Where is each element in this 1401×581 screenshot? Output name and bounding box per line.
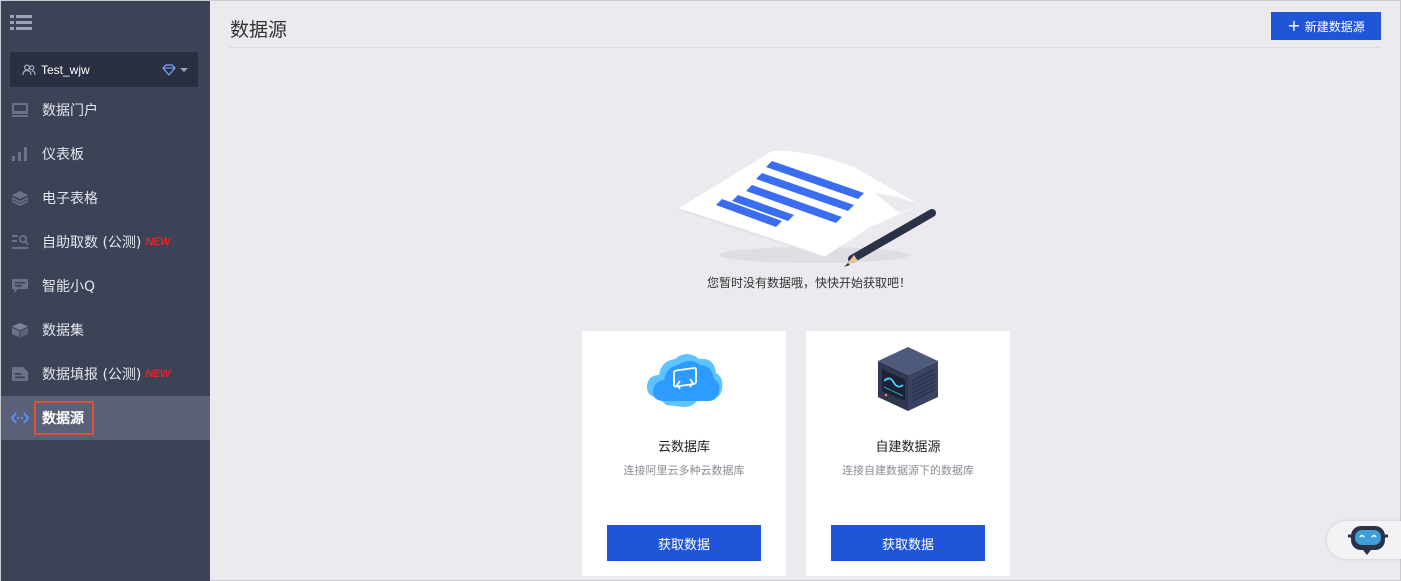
page-title: 数据源 [230,19,288,41]
sidebar-item-datasource[interactable]: 数据源 [1,396,210,440]
sidebar-item-label: 电子表格 [42,191,98,207]
sidebar-nav: 数据门户 仪表板 电子表格 自助取数 (公测) NEW 智能小Q 数据集 数据填… [1,88,210,440]
card-title: 云数据库 [657,440,710,455]
empty-message: 您暂时没有数据哦，快快开始获取吧！ [706,276,911,290]
sidebar-item-data-portal[interactable]: 数据门户 [1,88,210,132]
users-icon [22,63,36,75]
get-data-button[interactable]: 获取数据 [607,525,761,561]
title-divider [229,47,1381,48]
card-self-built-datasource: 自建数据源 连接自建数据源下的数据库 获取数据 [806,331,1010,576]
bar-chart-icon [11,145,29,163]
sidebar-item-data-fill[interactable]: 数据填报 (公测) NEW [1,352,210,396]
card-cloud-database: 云数据库 连接阿里云多种云数据库 获取数据 [582,331,786,576]
highlight-frame [34,401,94,435]
chevron-down-icon [180,67,188,72]
workspace-name: Test_wjw [41,62,90,77]
get-data-button[interactable]: 获取数据 [831,525,985,561]
robot-icon [1348,526,1388,555]
document-pencil-icon [677,150,936,267]
new-badge: NEW [145,368,171,380]
sidebar-item-dashboard[interactable]: 仪表板 [1,132,210,176]
card-description: 连接自建数据源下的数据库 [842,464,974,477]
sidebar-item-spreadsheet[interactable]: 电子表格 [1,176,210,220]
assistant-widget[interactable] [1327,521,1401,559]
card-title: 自建数据源 [875,440,941,455]
cloud-database-icon [646,354,723,407]
chat-icon [11,277,29,295]
sidebar-item-label: 自助取数 (公测) [42,235,142,251]
cube-icon [11,321,29,339]
sidebar-item-self-query[interactable]: 自助取数 (公测) NEW [1,220,210,264]
self-query-icon [11,233,29,251]
layers-icon [11,189,29,207]
sidebar-item-dataset[interactable]: 数据集 [1,308,210,352]
portal-icon [11,101,29,119]
sidebar-item-label: 仪表板 [42,147,84,163]
sidebar-item-smart-q[interactable]: 智能小Q [1,264,210,308]
form-icon [11,365,29,383]
sidebar-item-label: 数据集 [42,323,84,339]
sidebar: Test_wjw 数据门户 仪表板 电子表格 自助取数 (公测) NEW 智能小… [1,1,210,581]
diamond-icon [162,63,176,76]
datasource-icon [11,409,29,427]
new-datasource-button[interactable]: + 新建数据源 [1271,12,1381,40]
plus-icon: + [1287,16,1301,35]
new-badge: NEW [145,236,171,248]
card-description: 连接阿里云多种云数据库 [623,464,745,477]
sidebar-item-label: 智能小Q [42,279,96,295]
server-icon [878,347,938,411]
workspace-selector[interactable]: Test_wjw [10,52,198,87]
sidebar-item-label: 数据填报 (公测) [42,367,142,383]
main-content: 数据源 + 新建数据源 您暂时没有数据哦，快快开始获取吧！ 云数据库 连接阿里云… [210,1,1401,581]
new-datasource-label: 新建数据源 [1304,19,1365,34]
sidebar-item-label: 数据门户 [42,103,98,119]
list-icon[interactable] [10,14,32,32]
